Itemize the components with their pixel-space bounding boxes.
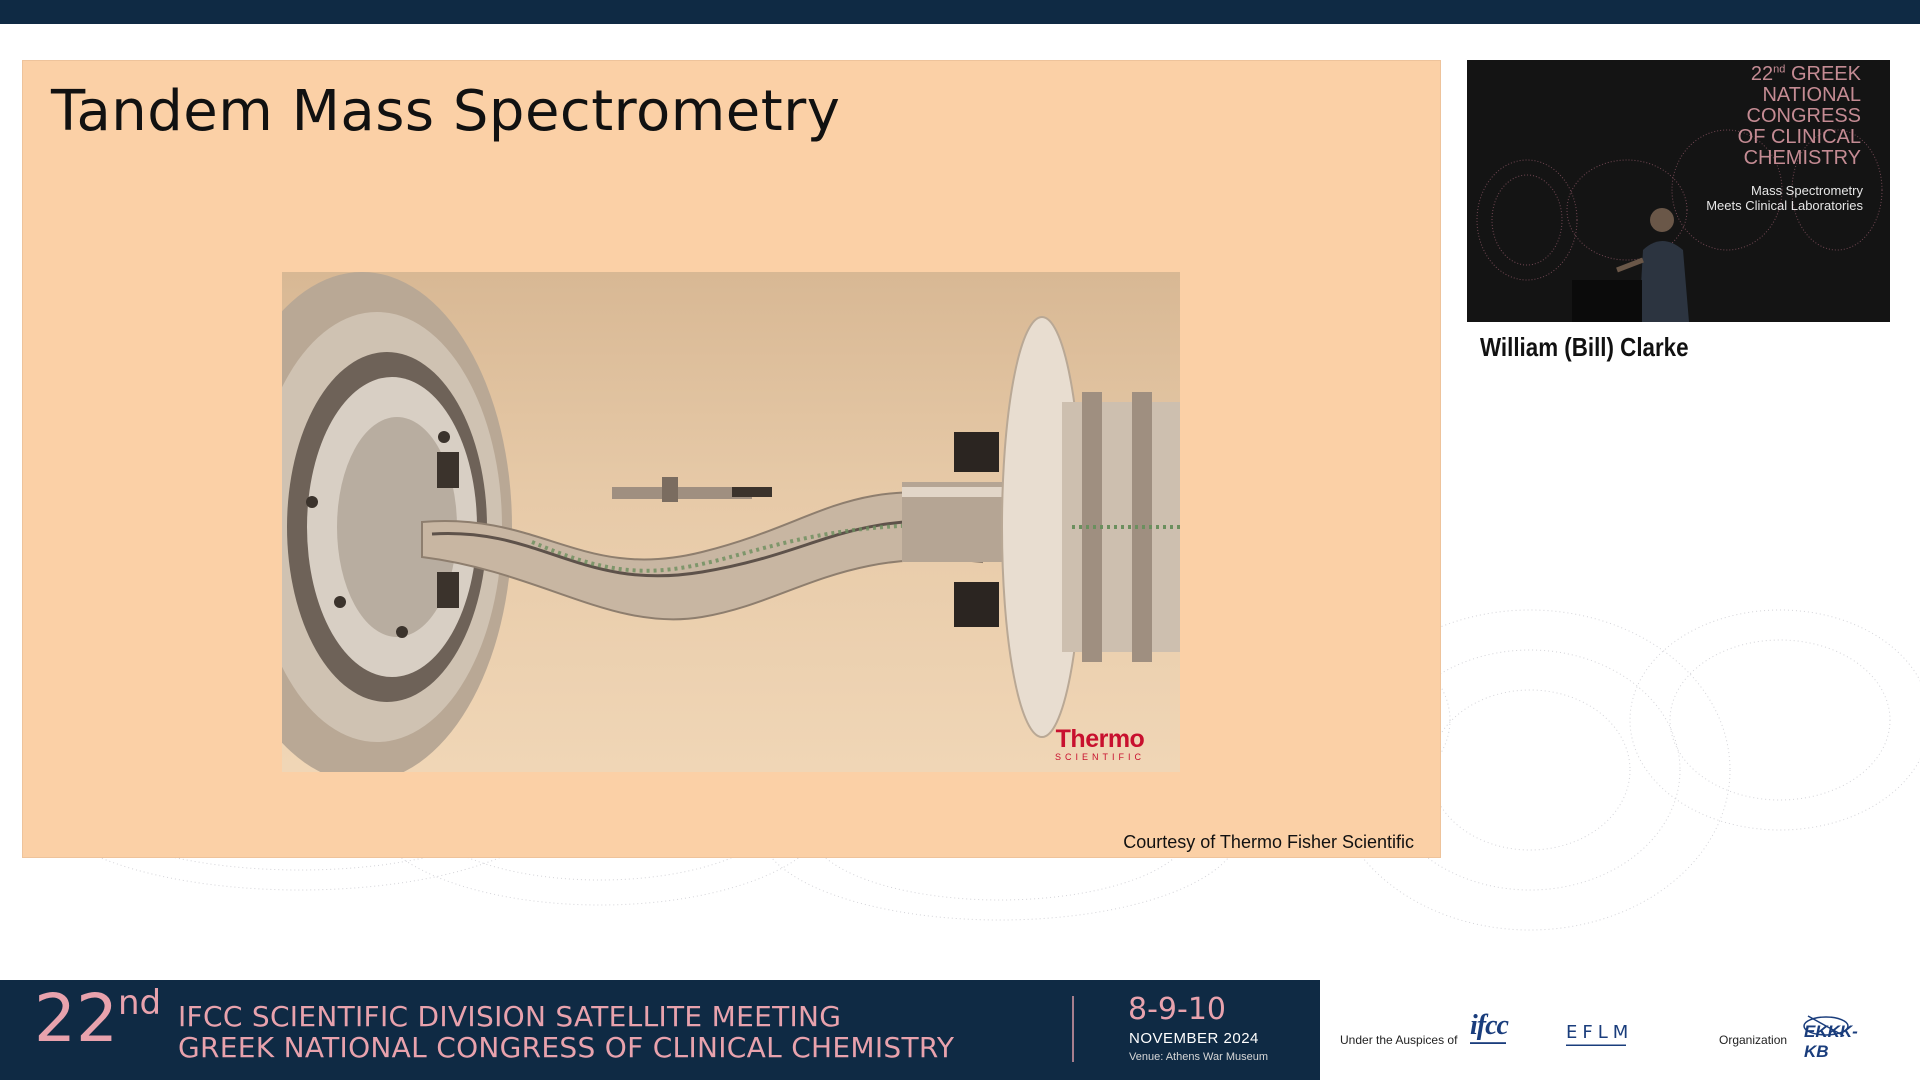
ion-path-illustration (282, 272, 1180, 772)
banner-title-line2: GREEK NATIONAL CONGRESS OF CLINICAL CHEM… (178, 1031, 955, 1064)
banner-dates: 8-9-10 (1128, 992, 1226, 1027)
auspices-label: Under the Auspices of (1340, 1033, 1458, 1047)
presentation-slide: Tandem Mass Spectrometry Thermo SCIENTIF… (22, 60, 1441, 858)
speaker-name: William (Bill) Clarke (1480, 332, 1689, 362)
thermo-scientific-logo: Thermo SCIENTIFIC (1055, 725, 1146, 762)
slide-caption: Courtesy of Thermo Fisher Scientific (1123, 832, 1414, 852)
mass-spectrometer-figure: Thermo SCIENTIFIC (282, 272, 1180, 772)
banner-edition-number: 22nd (34, 980, 162, 1057)
organization-label: Organization (1719, 1033, 1788, 1047)
ifcc-logo: ifcc ▬▬▬▬▬▬ (1470, 1010, 1509, 1047)
top-bar (0, 0, 1920, 24)
congress-banner: 22nd IFCC SCIENTIFIC DIVISION SATELLITE … (0, 980, 1320, 1080)
slide-title: Tandem Mass Spectrometry (51, 79, 841, 144)
eflm-logo: EFLM ▬▬▬▬▬▬▬▬▬▬▬▬ (1566, 1022, 1634, 1049)
video-tagline: Mass Spectrometry Meets Clinical Laborat… (1706, 183, 1863, 213)
banner-divider (1072, 996, 1074, 1062)
banner-venue: Venue: Athens War Museum (1129, 1051, 1268, 1063)
banner-title-line1: IFCC SCIENTIFIC DIVISION SATELLITE MEETI… (178, 1000, 842, 1033)
banner-month: NOVEMBER 2024 (1129, 1030, 1259, 1047)
speaker-video: 22nd GREEK NATIONAL CONGRESS OF CLINICAL… (1467, 60, 1890, 322)
video-congress-header: 22nd GREEK NATIONAL CONGRESS OF CLINICAL… (1737, 63, 1861, 169)
ekkk-kb-logo: EKKK-KB (1796, 1008, 1882, 1061)
